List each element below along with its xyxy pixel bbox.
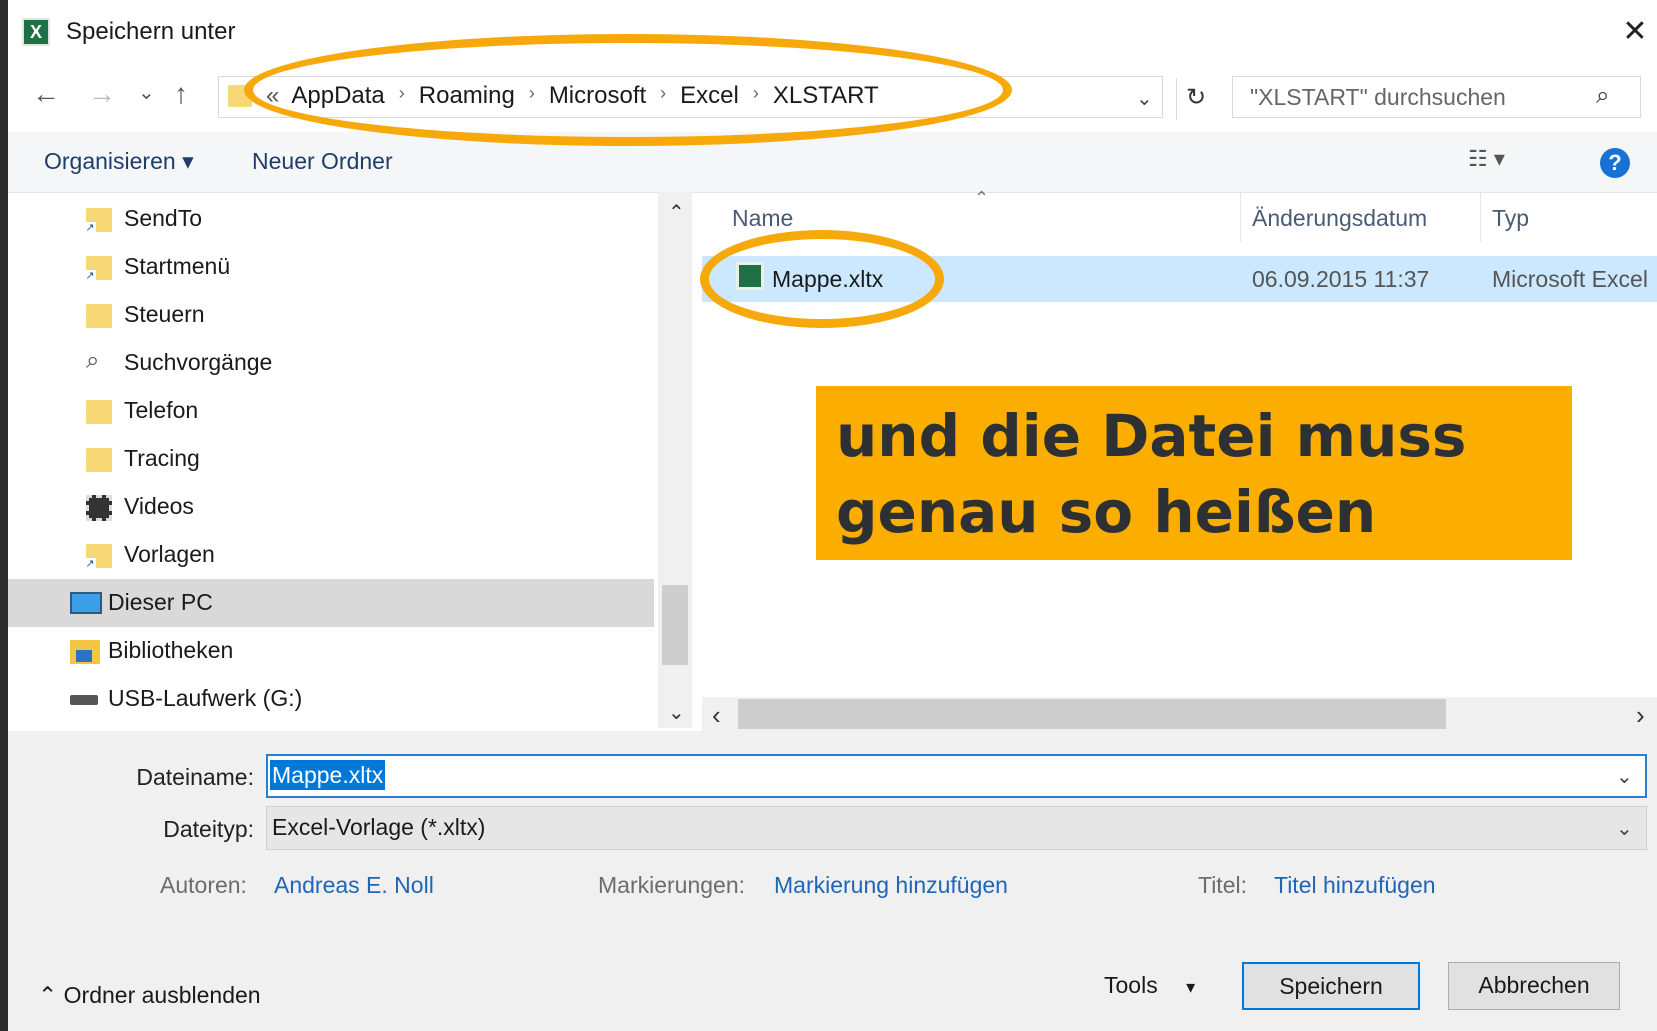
video-folder-icon: [86, 495, 112, 521]
new-folder-button[interactable]: Neuer Ordner: [252, 148, 393, 175]
scroll-down-icon[interactable]: ⌄: [668, 700, 685, 725]
title-label: Titel:: [1198, 872, 1247, 898]
sidebar-item-label: Suchvorgänge: [124, 349, 273, 375]
organize-button[interactable]: Organisieren ▾: [44, 148, 194, 175]
sidebar-item-suchvorgaenge[interactable]: ⌕ Suchvorgänge: [8, 339, 654, 387]
hide-folders-button[interactable]: ⌃ Ordner ausblenden: [38, 982, 261, 1009]
annotation-callout-text: und die Datei muss genau so heißen: [836, 398, 1466, 550]
filetype-value: Excel-Vorlage (*.xltx): [272, 814, 486, 840]
tags-label: Markierungen:: [598, 872, 746, 898]
annotation-line-1: und die Datei muss: [836, 402, 1467, 470]
library-icon: [70, 640, 100, 664]
help-icon[interactable]: ?: [1600, 148, 1630, 178]
sidebar-item-label: Vorlagen: [124, 541, 215, 567]
search-icon: ⌕: [86, 347, 100, 374]
refresh-icon[interactable]: ↻: [1176, 78, 1215, 120]
sidebar-item-label: Steuern: [124, 301, 205, 327]
tools-label: Tools: [1104, 972, 1158, 998]
sidebar-item-label: Startmenü: [124, 253, 231, 279]
sidebar-item-vorlagen[interactable]: Vorlagen: [8, 531, 654, 579]
sidebar-item-usb-drive[interactable]: USB-Laufwerk (G:): [8, 675, 654, 723]
file-type: Microsoft Excel: [1492, 266, 1648, 292]
sidebar-item-startmenu[interactable]: Startmenü: [8, 243, 654, 291]
file-date: 06.09.2015 11:37: [1252, 266, 1430, 292]
computer-icon: [70, 592, 102, 614]
filename-input[interactable]: [266, 754, 1647, 798]
authors-field[interactable]: Andreas E. Noll: [274, 872, 434, 899]
annotation-line-2: genau so heißen: [836, 478, 1377, 546]
filename-value[interactable]: Mappe.xltx: [270, 760, 386, 790]
tools-button[interactable]: Tools ▾: [1104, 972, 1195, 999]
highlight-oval-file: [700, 230, 944, 328]
sidebar-item-label: Tracing: [124, 445, 200, 471]
scroll-right-icon[interactable]: ›: [1636, 700, 1645, 731]
folder-shortcut-icon: [84, 544, 112, 570]
usb-drive-icon: [70, 695, 98, 705]
sidebar-item-sendto[interactable]: SendTo: [8, 195, 654, 243]
save-button[interactable]: Speichern: [1242, 962, 1420, 1010]
column-divider[interactable]: [1240, 192, 1241, 242]
cancel-button[interactable]: Abbrechen: [1448, 962, 1620, 1010]
sidebar-item-label: Telefon: [124, 397, 199, 423]
save-as-dialog: X Speichern unter ✕ ← → ⌄ ↑ « AppData › …: [8, 0, 1657, 1031]
sidebar-item-label: Dieser PC: [108, 589, 213, 615]
chevron-down-icon[interactable]: ⌄: [1616, 764, 1633, 789]
sidebar-item-telefon[interactable]: Telefon: [8, 387, 654, 435]
column-header-type[interactable]: Typ: [1492, 205, 1529, 232]
sidebar-item-label: Videos: [124, 493, 194, 519]
up-arrow-icon[interactable]: ↑: [174, 78, 188, 110]
chevron-down-icon[interactable]: ⌄: [1616, 816, 1633, 841]
sidebar-item-steuern[interactable]: Steuern: [8, 291, 654, 339]
sort-ascending-icon: ⌃: [974, 188, 990, 208]
close-icon[interactable]: ✕: [1620, 14, 1650, 49]
filetype-label: Dateityp:: [163, 816, 254, 842]
forward-arrow-icon[interactable]: →: [88, 78, 116, 110]
address-dropdown-icon[interactable]: ⌄: [1136, 86, 1153, 111]
folder-shortcut-icon: [84, 208, 112, 234]
folder-icon: [86, 304, 112, 328]
sidebar-item-label: Bibliotheken: [108, 637, 234, 663]
sidebar-item-tracing[interactable]: Tracing: [8, 435, 654, 483]
filename-label: Dateiname:: [136, 764, 254, 790]
chevron-down-icon: ▾: [1186, 977, 1196, 997]
title-field[interactable]: Titel hinzufügen: [1274, 872, 1436, 899]
folder-icon: [86, 448, 112, 472]
folder-icon: [86, 400, 112, 424]
folder-shortcut-icon: [84, 256, 112, 282]
sidebar-item-videos[interactable]: Videos: [8, 483, 654, 531]
authors-label: Autoren:: [160, 872, 247, 898]
view-options-icon[interactable]: ☷ ▾: [1468, 146, 1505, 172]
highlight-oval-path: [244, 34, 1012, 146]
scroll-up-icon[interactable]: ⌃: [668, 200, 685, 225]
search-icon[interactable]: ⌕: [1596, 82, 1609, 110]
file-list-scrollbar-thumb[interactable]: [738, 699, 1446, 729]
tags-field[interactable]: Markierung hinzufügen: [774, 872, 1008, 899]
search-placeholder: "XLSTART" durchsuchen: [1250, 84, 1506, 110]
sidebar-item-label: USB-Laufwerk (G:): [108, 685, 303, 711]
sidebar-item-bibliotheken[interactable]: Bibliotheken: [8, 627, 654, 675]
recent-locations-icon[interactable]: ⌄: [138, 80, 155, 105]
sidebar-item-label: SendTo: [124, 205, 203, 231]
column-header-name[interactable]: Name: [732, 205, 793, 232]
scroll-left-icon[interactable]: ‹: [712, 700, 721, 731]
window-title: Speichern unter: [66, 18, 236, 45]
column-header-date[interactable]: Änderungsdatum: [1252, 205, 1427, 232]
excel-icon: X: [22, 18, 50, 46]
column-divider[interactable]: [1480, 192, 1481, 242]
sidebar-item-dieser-pc[interactable]: Dieser PC: [8, 579, 654, 627]
sidebar-scrollbar-thumb[interactable]: [662, 585, 688, 665]
back-arrow-icon[interactable]: ←: [32, 78, 60, 110]
